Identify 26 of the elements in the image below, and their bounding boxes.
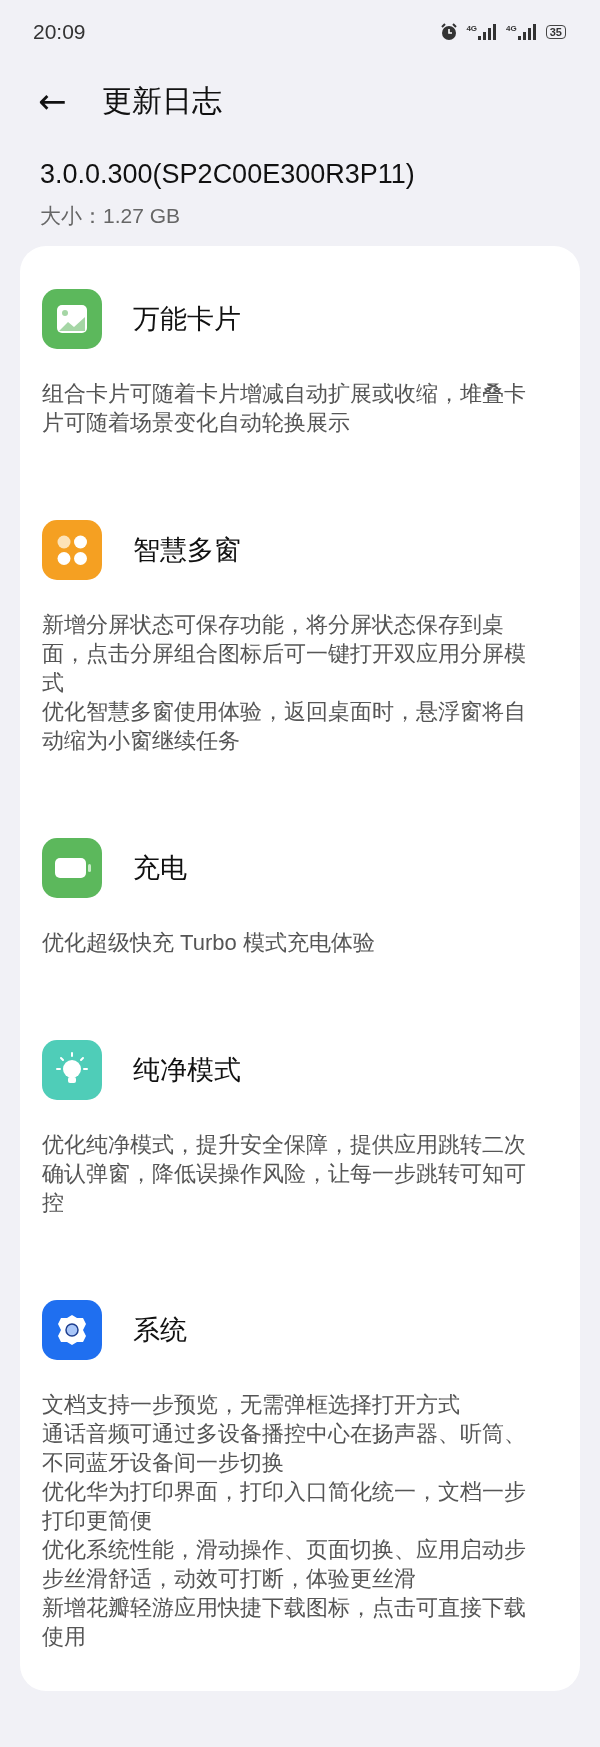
network-type: 4G (506, 24, 517, 33)
signal-icon (478, 24, 499, 40)
change-description: 优化华为打印界面，打印入口简化统一，文档一步打印更简便 (42, 1478, 527, 1535)
page-title: 更新日志 (101, 82, 222, 119)
change-description: 优化智慧多窗使用体验，返回桌面时，悬浮窗将自动缩为小窗继续任务 (42, 698, 527, 755)
change-description: 优化超级快充 Turbo 模式充电体验 (42, 929, 376, 957)
version-number: 3.0.0.300(SP2C00E300R3P11) (40, 158, 416, 191)
status-time: 20:09 (33, 20, 86, 44)
change-description: 通话音频可通过多设备播控中心在扬声器、听筒、不同蓝牙设备间一步切换 (42, 1420, 527, 1477)
change-description: 新增花瓣轻游应用快捷下载图标，点击可直接下载使用 (42, 1594, 527, 1651)
change-description: 优化纯净模式，提升安全保障，提供应用跳转二次确认弹窗，降低误操作风险，让每一步跳转可知可控 (42, 1131, 527, 1217)
package-size: 大小：1.27 GB (40, 203, 182, 229)
change-description: 优化系统性能，滑动操作、页面切换、应用启动步步丝滑舒适，动效可打断，体验更丝滑 (42, 1536, 527, 1593)
change-description: 组合卡片可随着卡片增减自动扩展或收缩，堆叠卡片可随着场景变化自动轮换展示 (42, 380, 527, 437)
network-type: 4G (466, 24, 478, 33)
section-title: 万能卡片 (133, 303, 241, 336)
section-title: 纯净模式 (133, 1054, 241, 1087)
section-title: 智慧多窗 (133, 534, 241, 567)
alarm-icon (440, 23, 459, 41)
section-title: 充电 (133, 852, 187, 885)
change-description: 新增分屏状态可保存功能，将分屏状态保存到桌面，点击分屏组合图标后可一键打开双应用分屏模式 (42, 611, 527, 697)
back-button[interactable]: ← (38, 84, 67, 118)
signal-icon (517, 24, 538, 40)
section-title: 系统 (133, 1314, 187, 1347)
change-description: 文档支持一步预览，无需弹框选择打开方式 (42, 1391, 461, 1419)
battery-level: 35 (545, 25, 566, 39)
